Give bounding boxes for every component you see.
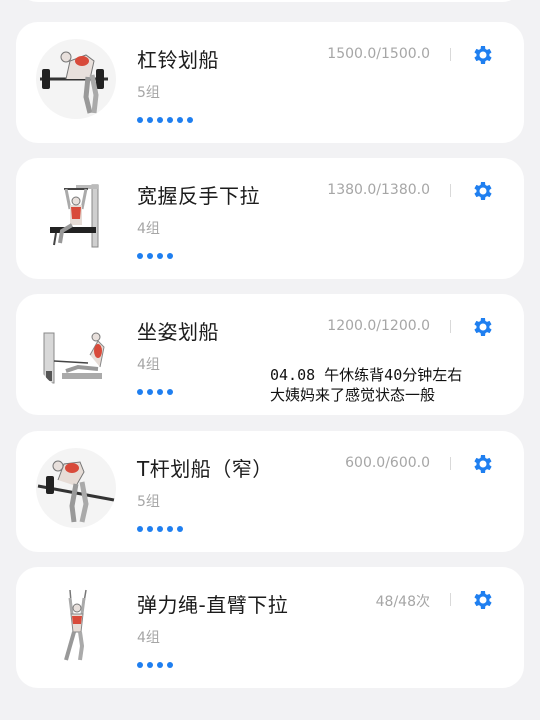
set-dot — [137, 389, 143, 395]
exercise-volume: 1200.0/1200.0 — [327, 318, 430, 334]
exercise-volume: 1500.0/1500.0 — [327, 46, 430, 62]
set-dot — [137, 253, 143, 259]
exercise-sets: 4组 — [137, 630, 160, 646]
seated-row-figure — [36, 311, 116, 391]
set-dot — [147, 389, 153, 395]
set-dot — [157, 253, 163, 259]
set-progress-dots — [137, 389, 173, 397]
set-progress-dots — [137, 117, 193, 125]
set-dot — [177, 117, 183, 123]
exercise-name: 宽握反手下拉 — [137, 184, 260, 208]
set-dot — [157, 117, 163, 123]
gear-icon[interactable] — [471, 588, 495, 612]
exercise-volume: 1380.0/1380.0 — [327, 182, 430, 198]
set-dot — [157, 526, 163, 532]
gear-icon[interactable] — [471, 179, 495, 203]
previous-card-edge — [16, 0, 524, 2]
set-dot — [147, 662, 153, 668]
handwritten-note: 04.08 午休练背40分钟左右 大姨妈来了感觉状态一般 — [270, 365, 530, 405]
exercise-sets: 4组 — [137, 221, 160, 237]
set-dot — [167, 662, 173, 668]
divider — [450, 320, 451, 333]
band-straight-arm-pulldown-figure — [36, 584, 116, 664]
divider — [450, 184, 451, 197]
exercise-volume: 600.0/600.0 — [345, 455, 430, 471]
lat-pulldown-figure — [36, 175, 116, 255]
exercise-sets: 5组 — [137, 85, 160, 101]
exercise-card[interactable]: 弹力绳-直臂下拉 4组 48/48次 — [16, 567, 524, 688]
set-dot — [167, 389, 173, 395]
exercise-card[interactable]: 杠铃划船 5组 1500.0/1500.0 — [16, 22, 524, 143]
set-dot — [147, 253, 153, 259]
gear-icon[interactable] — [471, 43, 495, 67]
exercise-sets: 4组 — [137, 357, 160, 373]
exercise-card[interactable]: T杆划船（窄） 5组 600.0/600.0 — [16, 431, 524, 552]
gear-icon[interactable] — [471, 315, 495, 339]
barbell-row-figure — [36, 39, 116, 119]
set-dot — [157, 662, 163, 668]
exercise-volume: 48/48次 — [375, 594, 430, 610]
gear-icon[interactable] — [471, 452, 495, 476]
set-dot — [177, 526, 183, 532]
set-dot — [137, 662, 143, 668]
set-dot — [147, 526, 153, 532]
set-dot — [137, 526, 143, 532]
exercise-name: T杆划船（窄） — [137, 457, 273, 481]
note-line-2: 大姨妈来了感觉状态一般 — [270, 386, 436, 404]
set-progress-dots — [137, 662, 173, 670]
exercise-card[interactable]: 宽握反手下拉 4组 1380.0/1380.0 — [16, 158, 524, 279]
divider — [450, 457, 451, 470]
note-line-1: 04.08 午休练背40分钟左右 — [270, 366, 463, 384]
t-bar-row-figure — [36, 448, 116, 528]
exercise-name: 弹力绳-直臂下拉 — [137, 593, 289, 617]
divider — [450, 48, 451, 61]
set-progress-dots — [137, 253, 173, 261]
set-progress-dots — [137, 526, 183, 534]
exercise-sets: 5组 — [137, 494, 160, 510]
set-dot — [137, 117, 143, 123]
divider — [450, 593, 451, 606]
exercise-name: 杠铃划船 — [137, 48, 219, 72]
exercise-name: 坐姿划船 — [137, 320, 219, 344]
set-dot — [157, 389, 163, 395]
set-dot — [147, 117, 153, 123]
set-dot — [167, 117, 173, 123]
set-dot — [167, 253, 173, 259]
set-dot — [187, 117, 193, 123]
set-dot — [167, 526, 173, 532]
